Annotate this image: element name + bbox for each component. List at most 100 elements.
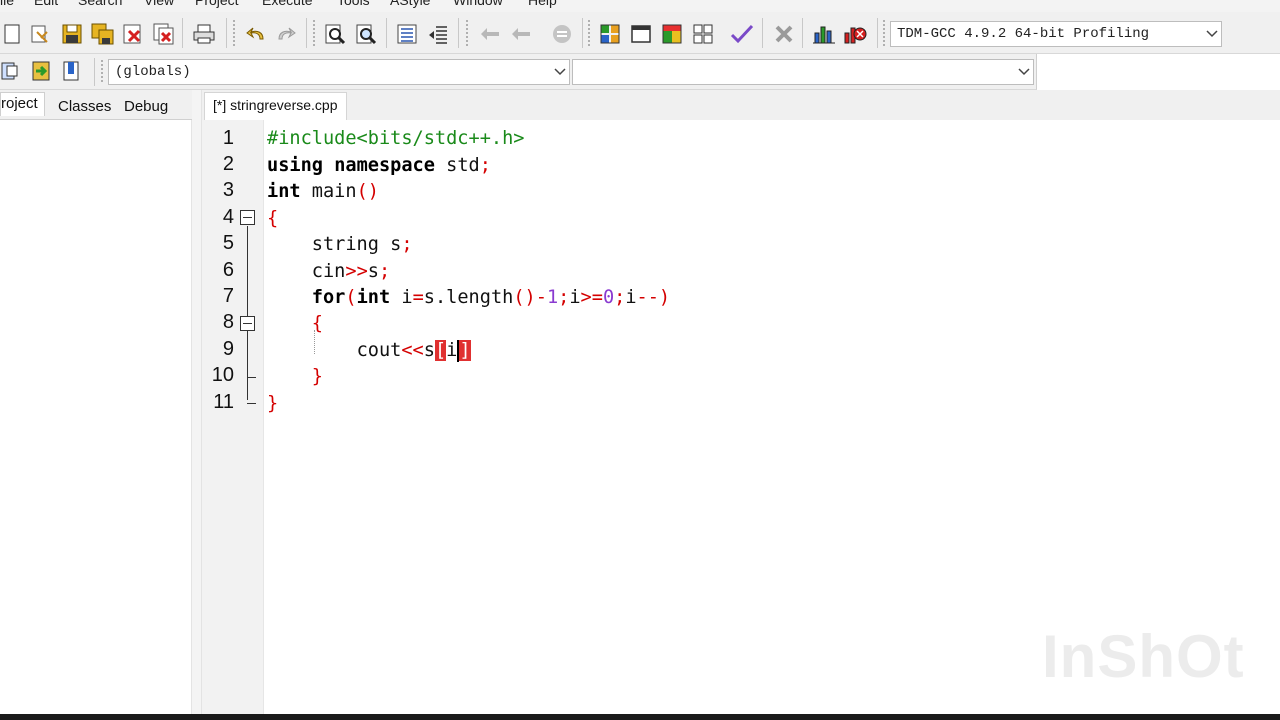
menu-project[interactable]: Project	[195, 0, 239, 8]
new-project-icon[interactable]	[598, 22, 622, 46]
bookmark-forward-icon[interactable]	[509, 22, 533, 46]
preprocessor-include: #include<bits/stdc++.h>	[267, 128, 525, 149]
close-all-icon[interactable]	[152, 22, 176, 46]
toolbar-grip[interactable]	[883, 20, 885, 46]
toolbar-separator	[762, 18, 763, 48]
identifier: i	[446, 340, 458, 361]
code-line-9: cout<<s[i]	[267, 338, 471, 364]
symbol-select[interactable]	[572, 59, 1034, 85]
undo-icon[interactable]	[244, 22, 268, 46]
panel-splitter[interactable]	[192, 90, 202, 720]
toolbar-separator	[877, 18, 878, 48]
chevron-down-icon[interactable]	[1203, 30, 1221, 38]
unindent-icon[interactable]	[426, 22, 450, 46]
bookmark-back-icon[interactable]	[478, 22, 502, 46]
code-line-2: using namespace std;	[267, 153, 491, 179]
goto-icon[interactable]	[550, 22, 574, 46]
find-icon[interactable]	[323, 22, 347, 46]
compiler-select[interactable]: TDM-GCC 4.9.2 64-bit Profiling	[890, 21, 1222, 47]
code-line-7: for(int i=s.length()-1;i>=0;i--)	[267, 285, 670, 311]
number-literal: 1	[546, 287, 559, 308]
close-icon[interactable]	[121, 22, 145, 46]
bottom-edge	[0, 714, 1280, 720]
toolbar-grip[interactable]	[101, 60, 103, 84]
code-symbol: ;	[614, 287, 626, 308]
print-icon[interactable]	[192, 22, 216, 46]
fold-toggle-icon[interactable]	[240, 316, 255, 331]
menu-help[interactable]: Help	[528, 0, 557, 8]
line-number: 2	[222, 153, 234, 175]
fold-line	[247, 226, 248, 400]
fold-end	[247, 377, 256, 378]
toolbar-separator	[458, 18, 459, 48]
scope-select-value: (globals)	[115, 64, 191, 80]
menu-tools[interactable]: Tools	[337, 0, 370, 8]
line-number-gutter: 1 2 3 4 5 6 7 8 9 10 11	[202, 120, 264, 720]
operator: >>	[345, 261, 368, 282]
chevron-down-icon[interactable]	[551, 68, 569, 76]
menu-view[interactable]: View	[144, 0, 174, 8]
tab-classes[interactable]: Classes	[58, 98, 111, 115]
line-number: 11	[213, 391, 234, 413]
identifier: cout	[356, 340, 402, 361]
save-icon[interactable]	[60, 22, 84, 46]
bracket-match-highlight: [	[434, 340, 447, 361]
menu-astyle[interactable]: AStyle	[390, 0, 430, 8]
toolbar-grip[interactable]	[588, 20, 590, 46]
fold-end	[247, 403, 256, 404]
tab-debug[interactable]: Debug	[124, 98, 168, 115]
menu-file[interactable]: ile	[0, 0, 14, 8]
goto-def-icon[interactable]	[29, 59, 53, 83]
line-number: 3	[222, 179, 234, 201]
toolbar-separator	[226, 18, 227, 48]
open-file-icon[interactable]	[28, 22, 52, 46]
code-line-10: }	[267, 364, 323, 390]
new-file-icon[interactable]	[0, 22, 24, 46]
toolbar-separator	[582, 18, 583, 48]
bookmark-icon[interactable]	[59, 59, 83, 83]
tab-project[interactable]: roject	[0, 92, 45, 116]
code-line-6: cin>>s;	[267, 259, 390, 285]
code-symbol: {	[311, 313, 323, 334]
keyword: int	[356, 287, 391, 308]
stop-icon[interactable]	[772, 22, 796, 46]
line-number: 1	[222, 127, 234, 149]
replace-icon[interactable]	[354, 22, 378, 46]
menu-execute[interactable]: Execute	[262, 0, 313, 8]
identifier: std	[446, 155, 480, 176]
fold-toggle-icon[interactable]	[240, 210, 255, 225]
tab-stringreverse[interactable]: [*] stringreverse.cpp	[204, 92, 347, 120]
keyword: int	[267, 181, 301, 202]
code-symbol: ;	[558, 287, 570, 308]
toolbar-separator	[94, 58, 95, 86]
menu-window[interactable]: Window	[453, 0, 503, 8]
chevron-down-icon[interactable]	[1015, 68, 1033, 76]
chart-icon[interactable]	[812, 22, 836, 46]
toolbar-separator	[802, 18, 803, 48]
debug-icon[interactable]	[843, 22, 867, 46]
menu-edit[interactable]: Edit	[34, 0, 58, 8]
code-symbol: }	[311, 366, 323, 387]
identifier: i	[625, 287, 637, 308]
line-number: 10	[211, 364, 234, 386]
scope-select[interactable]: (globals)	[108, 59, 570, 85]
code-line-11: }	[267, 391, 278, 417]
grid-icon[interactable]	[691, 22, 715, 46]
code-line-5: string s;	[267, 232, 413, 258]
identifier: s	[367, 261, 379, 282]
new-class-icon[interactable]	[629, 22, 653, 46]
check-icon[interactable]	[730, 22, 754, 46]
save-all-icon[interactable]	[91, 22, 115, 46]
class-browse-icon[interactable]	[0, 59, 24, 83]
toolbar-separator	[386, 18, 387, 48]
inshot-watermark: InShOt	[1042, 623, 1245, 690]
indent-icon[interactable]	[395, 22, 419, 46]
compile-run-icon[interactable]	[660, 22, 684, 46]
menu-search[interactable]: Search	[78, 0, 122, 8]
compiler-select-value: TDM-GCC 4.9.2 64-bit Profiling	[897, 26, 1150, 42]
toolbar-grip[interactable]	[313, 20, 315, 46]
toolbar-grip[interactable]	[466, 20, 468, 46]
toolbar-separator	[306, 18, 307, 48]
redo-icon[interactable]	[274, 22, 298, 46]
toolbar-grip[interactable]	[233, 20, 235, 46]
